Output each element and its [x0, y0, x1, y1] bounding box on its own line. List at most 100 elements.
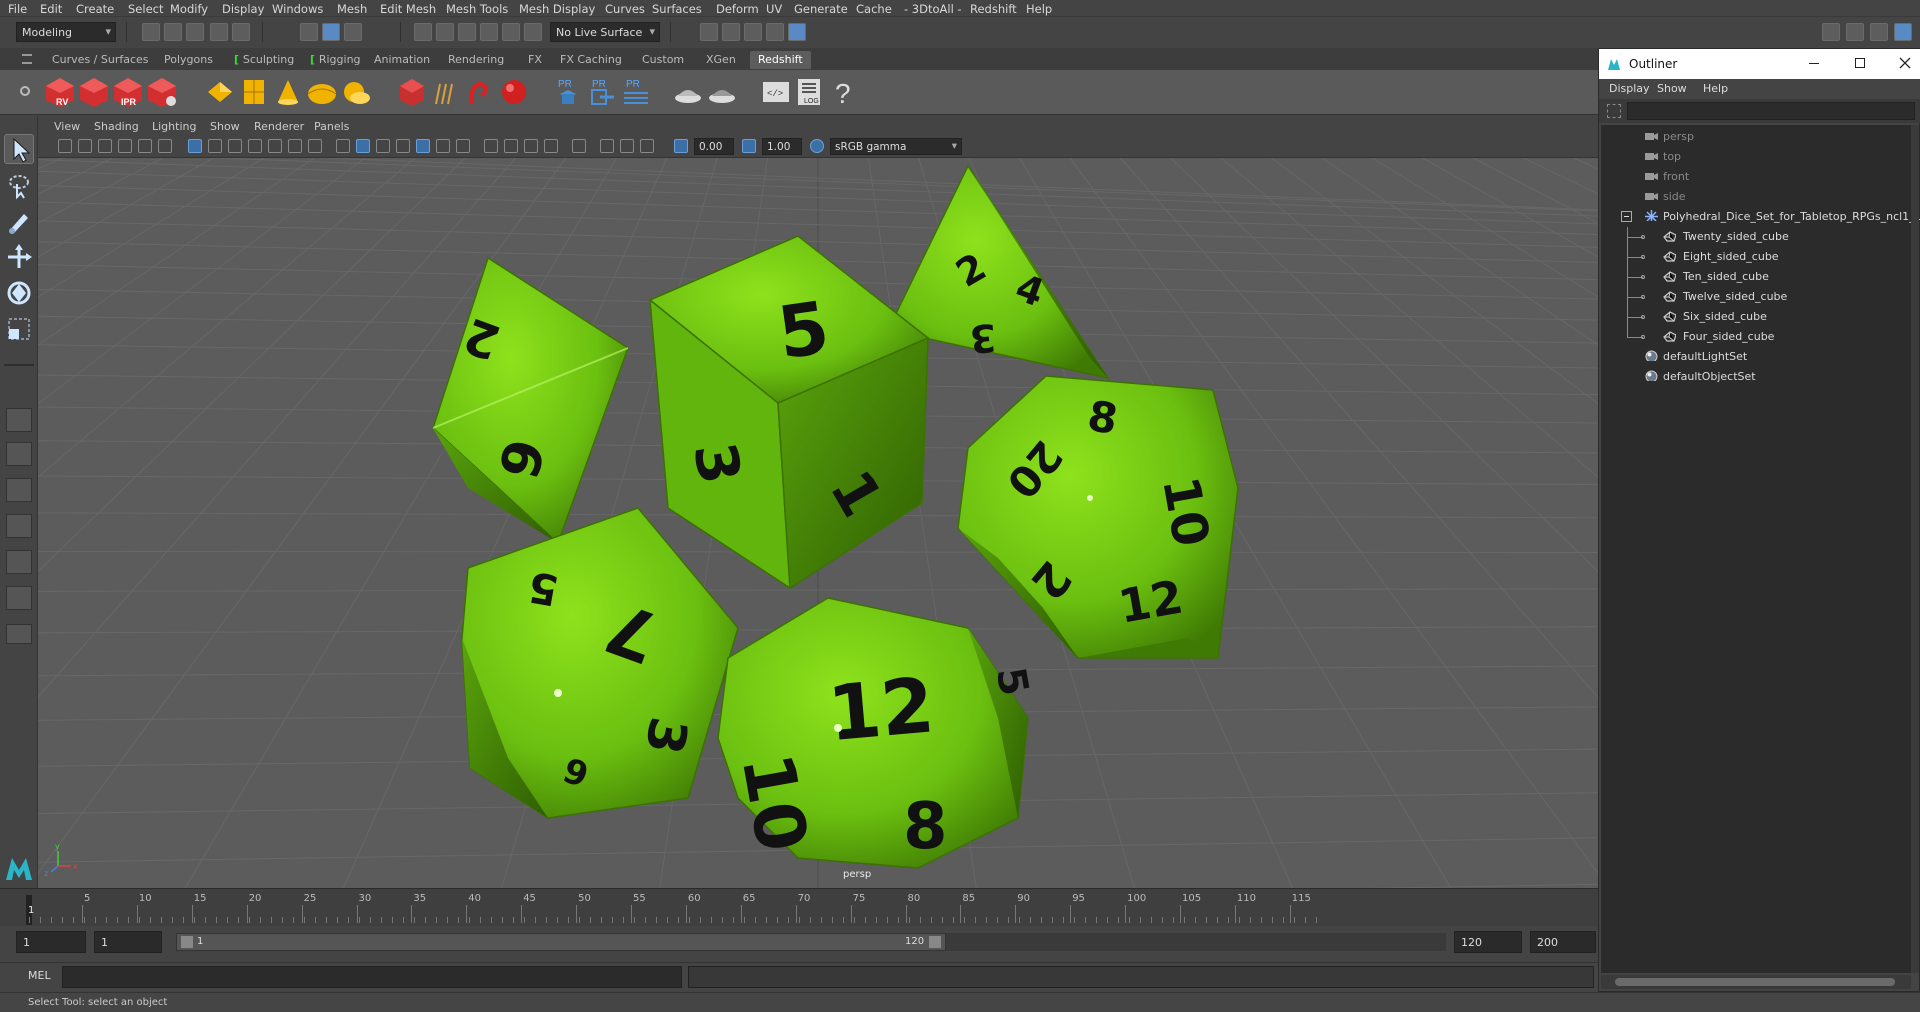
outliner-menu-show[interactable]: Show — [1657, 82, 1687, 95]
panel-menu-shading[interactable]: Shading — [94, 120, 139, 133]
snap-point-icon[interactable] — [458, 23, 476, 41]
menu-file[interactable]: File — [8, 2, 27, 16]
end-time-field[interactable]: 200 — [1530, 931, 1596, 953]
menu-curves[interactable]: Curves — [605, 2, 645, 16]
outliner-set-row[interactable]: defaultLightSet — [1601, 347, 1911, 367]
search-filter-icon[interactable] — [1607, 104, 1621, 118]
outliner-vertical-scrollbar[interactable] — [1911, 125, 1919, 973]
help-icon[interactable]: ? — [828, 76, 860, 108]
view-transform-dropdown[interactable]: sRGB gamma ▾ — [830, 138, 962, 155]
range-start-handle[interactable] — [181, 936, 193, 948]
maximize-icon[interactable] — [1855, 58, 1865, 68]
outliner-menu-display[interactable]: Display — [1609, 82, 1650, 95]
range-bar[interactable]: 1 120 — [176, 933, 946, 951]
twelve-sided-die[interactable]: 12 10 8 5 — [717, 597, 1037, 869]
scale-tool-icon[interactable] — [4, 314, 34, 344]
outliner-mesh-row[interactable]: Twenty_sided_cube — [1601, 227, 1911, 247]
outliner-mesh-row[interactable]: Twelve_sided_cube — [1601, 287, 1911, 307]
toggle-attribute-editor-icon[interactable] — [1846, 23, 1864, 41]
paint-select-tool-icon[interactable] — [4, 206, 34, 236]
menu-surfaces[interactable]: Surfaces — [652, 2, 702, 16]
menu-modify[interactable]: Modify — [170, 2, 208, 16]
shelf-tab-redshift[interactable]: Redshift — [750, 51, 811, 69]
textured-icon[interactable] — [436, 139, 450, 153]
select-tool-icon[interactable] — [4, 134, 34, 164]
menu-edit-mesh[interactable]: Edit Mesh — [380, 2, 436, 16]
xray-icon[interactable] — [416, 139, 430, 153]
ten-sided-die[interactable]: 5 7 3 6 — [461, 507, 739, 819]
render-frame-icon[interactable] — [700, 23, 718, 41]
panel-menu-panels[interactable]: Panels — [314, 120, 349, 133]
outliner-camera-row[interactable]: front — [1601, 167, 1911, 187]
gate-mask-icon[interactable] — [248, 139, 262, 153]
outliner-mesh-row[interactable]: Eight_sided_cube — [1601, 247, 1911, 267]
rs-log-icon[interactable]: LOG — [794, 76, 826, 108]
wireframe-on-shaded-icon[interactable] — [396, 139, 410, 153]
exposure-icon[interactable] — [674, 139, 688, 153]
single-perspective-layout-icon[interactable] — [6, 408, 32, 432]
menu-uv[interactable]: UV — [766, 2, 782, 16]
grease-pencil-icon[interactable] — [158, 139, 172, 153]
safe-action-icon[interactable] — [288, 139, 302, 153]
resolution-gate-icon[interactable] — [228, 139, 242, 153]
render-view-icon[interactable] — [722, 23, 740, 41]
rs-spot-light-icon[interactable] — [272, 76, 304, 108]
use-all-lights-icon[interactable] — [456, 139, 470, 153]
panel-menu-lighting[interactable]: Lighting — [152, 120, 196, 133]
shelf-tab-custom[interactable]: Custom — [634, 51, 692, 69]
anti-aliasing-icon[interactable] — [544, 139, 558, 153]
rs-grid-light-icon[interactable] — [238, 76, 270, 108]
xray-active-icon[interactable] — [620, 139, 634, 153]
menu-deform[interactable]: Deform — [716, 2, 759, 16]
outliner-set-row[interactable]: defaultObjectSet — [1601, 367, 1911, 387]
rs-volume-icon[interactable] — [430, 76, 462, 108]
camera-select-icon[interactable] — [58, 139, 72, 153]
motion-blur-icon[interactable] — [524, 139, 538, 153]
six-sided-die[interactable]: 5 3 1 — [648, 235, 930, 590]
menu-redshift[interactable]: Redshift — [970, 2, 1017, 16]
menu-display[interactable]: Display — [222, 2, 264, 16]
hypershade-icon[interactable] — [788, 23, 806, 41]
toggle-channel-box-icon[interactable] — [1870, 23, 1888, 41]
shelf-tab-rendering[interactable]: Rendering — [440, 51, 512, 69]
mode-dropdown[interactable]: Modeling — [16, 22, 116, 42]
redshift-render-view-icon[interactable]: RV — [44, 76, 76, 108]
menu-mesh[interactable]: Mesh — [337, 2, 367, 16]
hud-icon[interactable] — [640, 139, 654, 153]
film-gate-icon[interactable] — [208, 139, 222, 153]
rs-pr-export-icon[interactable]: PR — [552, 76, 584, 108]
redshift-ipr-icon[interactable]: IPR — [112, 76, 144, 108]
screen-space-ao-icon[interactable] — [504, 139, 518, 153]
close-icon[interactable] — [1899, 57, 1911, 69]
select-object-icon[interactable] — [322, 23, 340, 41]
2d-pan-zoom-icon[interactable] — [138, 139, 152, 153]
panel-menu-view[interactable]: View — [54, 120, 80, 133]
rs-ao-render-icon[interactable] — [672, 76, 704, 108]
menu-edit[interactable]: Edit — [40, 2, 62, 16]
rs-dome-light-icon[interactable] — [306, 76, 338, 108]
twenty-sided-die[interactable]: 8 20 10 2 12 — [957, 375, 1239, 659]
persp-hypershade-layout-icon[interactable] — [6, 550, 32, 574]
shelf-tab-sculpting[interactable]: [ Sculpting — [226, 51, 302, 69]
animation-start-field[interactable]: 1 — [94, 931, 162, 953]
outliner-scroll-thumb[interactable] — [1615, 978, 1895, 986]
rs-shadow-render-icon[interactable] — [706, 76, 738, 108]
rs-hair-icon[interactable] — [464, 76, 496, 108]
minimize-icon[interactable] — [1809, 63, 1819, 64]
panel-menu-show[interactable]: Show — [210, 120, 240, 133]
persp-outliner-layout-icon[interactable] — [6, 478, 32, 502]
default-material-icon[interactable] — [376, 139, 390, 153]
menu-select[interactable]: Select — [128, 2, 163, 16]
smooth-shade-icon[interactable] — [356, 139, 370, 153]
workspace-icon[interactable] — [1822, 23, 1840, 41]
color-management-icon[interactable] — [810, 139, 824, 153]
shelf-tab-rigging[interactable]: [ Rigging — [302, 51, 369, 69]
select-component-icon[interactable] — [344, 23, 362, 41]
snap-surface-icon[interactable] — [502, 23, 520, 41]
move-tool-icon[interactable] — [4, 242, 34, 272]
menu-generate[interactable]: Generate — [794, 2, 848, 16]
outliner-mesh-row[interactable]: Six_sided_cube — [1601, 307, 1911, 327]
bookmarks-icon[interactable] — [98, 139, 112, 153]
outliner-menu-help[interactable]: Help — [1703, 82, 1728, 95]
save-scene-icon[interactable] — [186, 23, 204, 41]
